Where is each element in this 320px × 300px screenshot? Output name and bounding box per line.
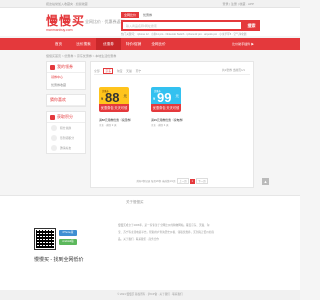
site-domain: manmanbuy.com (46, 28, 73, 32)
search-button[interactable]: 搜索 (243, 20, 260, 31)
search-input[interactable]: 输入商品名称/网址搜索 (121, 20, 243, 31)
pager-summary: 共有2条记录 每页20条 当前第1/1页 (136, 180, 176, 183)
pager-prev[interactable]: 上一页 (177, 178, 189, 184)
pager-page-1[interactable]: 1 (189, 179, 196, 184)
filter-jd[interactable]: 京东 (103, 68, 113, 74)
user-icon (51, 145, 57, 151)
sidebar: 我的领券 领券中心 优惠券收藏 猜你喜欢 获取积分 积分兑换 签到领积分 邀请好… (46, 61, 86, 158)
sidebar-coupons-box: 我的领券 领券中心 优惠券收藏 (46, 61, 86, 90)
coupon-title[interactable]: 满88元用券优惠（家居券） (99, 118, 149, 122)
sidebar-recommend-box: 猜你喜欢 (46, 94, 86, 107)
gift-icon (51, 125, 57, 131)
iphone-download-button[interactable]: iPhone版 (59, 230, 77, 236)
pagination: 共有2条记录 每页20条 当前第1/1页 上一页 1 下一页 (94, 178, 250, 184)
coupon-icon (50, 64, 55, 70)
sidebar-item-exchange[interactable]: 积分兑换 (47, 123, 85, 133)
footer-title: 关于慢慢买 (126, 200, 144, 204)
slogan: 全网比价 · 优惠券返利 (85, 19, 125, 24)
sidebar-points-box: 获取积分 积分兑换 签到领积分 邀请好友 (46, 111, 86, 154)
nav-item-compare[interactable]: 全网比价 (146, 38, 171, 50)
top-bar: 把这站常加入收藏夹 · 加载收藏 登录 | 注册 | 收藏 · APP (0, 0, 300, 8)
filter-bar: 全部 京东 淘宝 天猫 苏宁 共2张券 当前页1/1 (94, 65, 250, 75)
pager-next[interactable]: 下一页 (196, 178, 208, 184)
coupon-title[interactable]: 满99元用券优惠（家电券） (151, 118, 201, 122)
footer-about-text: 慢慢买成立于2006年，是一家专注于全网比价的购物网站，覆盖京东、天猫、淘宝、苏… (118, 224, 214, 241)
main-nav: 首页 比价搜索 优惠券 特价/促销 全网比价 比价助手插件 ▶ (0, 38, 300, 50)
android-download-button[interactable]: Android版 (59, 239, 77, 245)
coupon-cta[interactable]: 优惠券包 天天可领 (99, 104, 129, 112)
copyright-bar: © 2021 慢慢买 版权所有 · 沪ICP备 · 关于我们 · 联系我们 (0, 290, 300, 300)
footer-brand: 慢慢买 - 找到全网低价 (34, 257, 84, 263)
hot-keywords[interactable]: 热门关键词： iphone 12 · 小米11 pro · Nintendo S… (121, 32, 247, 36)
sidebar-item-favorites[interactable]: 优惠券收藏 (47, 81, 85, 89)
coupon-unit: 元 (175, 94, 180, 98)
sidebar-item-center[interactable]: 领券中心 (47, 73, 85, 81)
top-bar-right[interactable]: 登录 | 注册 | 收藏 · APP (222, 2, 254, 6)
nav-item-coupons[interactable]: 优惠券 (96, 38, 121, 50)
search-tab-coupon[interactable]: 优惠券 (140, 12, 155, 18)
sidebar-box-title: 获取积分 (57, 114, 73, 119)
search-tabs: 全网比价 优惠券 (121, 12, 156, 18)
nav-item-search[interactable]: 比价搜索 (71, 38, 96, 50)
nav-plugin-link[interactable]: 比价助手插件 ▶ (232, 38, 254, 50)
coupon-amount: 88 (105, 90, 120, 105)
filter-taobao[interactable]: 淘宝 (117, 69, 123, 73)
currency-symbol: ¥ (101, 96, 104, 101)
points-icon (50, 114, 55, 120)
sidebar-box-title: 猜你喜欢 (50, 97, 66, 102)
breadcrumb[interactable]: 慢慢买首页 > 优惠券 > 京东优惠券 > 本地生活优惠券 (46, 54, 116, 58)
filter-suning[interactable]: 苏宁 (136, 69, 142, 73)
coupon-amount: 99 (157, 90, 172, 105)
filter-all[interactable]: 全部 (94, 69, 100, 73)
coupon-card[interactable]: 优惠券 ¥ 99 元 优惠券包 天天可领 (151, 87, 181, 112)
coupon-meta: 京东 · 剩余 4 天 (151, 124, 169, 127)
coupon-cta[interactable]: 优惠券包 天天可领 (151, 104, 181, 112)
search-tab-compare[interactable]: 全网比价 (121, 12, 140, 18)
nav-item-deals[interactable]: 特价/促销 (121, 38, 146, 50)
nav-item-home[interactable]: 首页 (46, 38, 71, 50)
coupon-card[interactable]: 优惠券 ¥ 88 元 优惠券包 天天可领 (99, 87, 129, 112)
result-count: 共2张券 当前页1/1 (221, 68, 245, 72)
coupon-meta: 京东 · 剩余 2 天 (99, 124, 117, 127)
currency-symbol: ¥ (153, 96, 156, 101)
back-to-top-icon[interactable]: ▲ (262, 178, 269, 185)
site-logo[interactable]: 慢慢买 (46, 12, 85, 29)
sidebar-item-invite[interactable]: 邀请好友 (47, 143, 85, 153)
filter-tmall[interactable]: 天猫 (126, 69, 132, 73)
coupon-list-panel: 全部 京东 淘宝 天猫 苏宁 共2张券 当前页1/1 优惠券 ¥ 88 元 优惠… (90, 61, 254, 188)
qr-code-icon (34, 228, 56, 250)
sidebar-item-checkin[interactable]: 签到领积分 (47, 133, 85, 143)
coupon-unit: 元 (123, 94, 128, 98)
calendar-icon (51, 135, 57, 141)
top-bar-left[interactable]: 把这站常加入收藏夹 · 加载收藏 (46, 2, 88, 6)
sidebar-box-title: 我的领券 (57, 64, 73, 69)
